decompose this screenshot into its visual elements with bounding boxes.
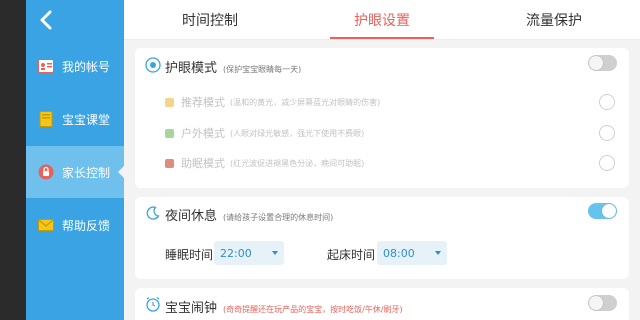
tab-data-protection[interactable]: 流量保护 [468, 0, 640, 39]
sleep-time-label: 睡眠时间 [165, 248, 214, 262]
account-card-icon [38, 58, 54, 74]
mode-row-recommended[interactable]: 推荐模式 (温和的黄光，减少屏幕蓝光对眼睛的伤害) [165, 93, 615, 111]
wake-time-select[interactable]: 08:00 [377, 241, 447, 265]
mode-name: 推荐模式 [181, 96, 225, 109]
mode-color-dot [165, 97, 174, 107]
sidebar-item-feedback[interactable]: 帮助反馈 [26, 199, 124, 251]
night-rest-subtitle: (请给孩子设置合理的休息时间) [223, 213, 334, 222]
sidebar-item-label: 我的帐号 [62, 59, 111, 74]
tab-eye-care[interactable]: 护眼设置 [296, 0, 468, 39]
mode-color-dot [165, 128, 174, 138]
eye-care-toggle[interactable] [588, 55, 617, 71]
lock-icon [38, 164, 54, 180]
mode-radio[interactable] [599, 94, 615, 110]
mode-radio[interactable] [599, 155, 615, 171]
toggle-knob [589, 56, 603, 70]
wake-time-label: 起床时间 [327, 248, 376, 262]
mode-name: 户外模式 [181, 127, 225, 140]
back-button[interactable] [36, 8, 58, 32]
alarm-subtitle: (奇奇提醒还在玩产品的宝宝，按时吃饭/午休/刷牙) [223, 305, 403, 314]
sidebar-item-label: 宝宝课堂 [62, 112, 111, 127]
sidebar-item-label: 帮助反馈 [62, 218, 111, 233]
notebook-icon [38, 111, 54, 127]
active-indicator [118, 165, 125, 179]
night-rest-header: 夜间休息 (请给孩子设置合理的休息时间) [165, 205, 333, 224]
eye-care-title: 护眼模式 [165, 61, 218, 76]
toggle-knob [602, 204, 616, 218]
mode-desc: (红光波促进褪黑色分泌，晚间可助眠) [230, 158, 365, 168]
alarm-card: 宝宝闹钟 (奇奇提醒还在玩产品的宝宝，按时吃饭/午休/刷牙) [135, 288, 629, 320]
mode-color-dot [165, 158, 174, 168]
tab-bar: 时间控制 护眼设置 流量保护 [124, 0, 640, 40]
night-rest-title: 夜间休息 [165, 209, 218, 224]
night-rest-toggle[interactable] [588, 203, 617, 219]
sidebar-item-parental-control[interactable]: 家长控制 [26, 146, 125, 198]
eye-care-header: 护眼模式 (保护宝宝眼睛每一天) [165, 57, 301, 76]
caret-down-icon [435, 251, 441, 255]
sleep-time-value: 22:00 [220, 246, 252, 260]
caret-down-icon [272, 251, 278, 255]
sidebar-edge [0, 0, 26, 320]
eye-care-card: 护眼模式 (保护宝宝眼睛每一天) 推荐模式 (温和的黄光，减少屏幕蓝光对眼睛的伤… [135, 48, 629, 188]
sidebar-item-account[interactable]: 我的帐号 [26, 40, 124, 92]
mode-row-outdoor[interactable]: 户外模式 (人眼对绿光敏感，强光下使用不费眼) [165, 124, 615, 142]
eye-care-subtitle: (保护宝宝眼睛每一天) [223, 65, 302, 74]
mode-radio[interactable] [599, 125, 615, 141]
alarm-header: 宝宝闹钟 (奇奇提醒还在玩产品的宝宝，按时吃饭/午休/刷牙) [165, 297, 403, 316]
sidebar-item-label: 家长控制 [62, 165, 111, 180]
mode-row-sleep-aid[interactable]: 助眠模式 (红光波促进褪黑色分泌，晚间可助眠) [165, 154, 615, 172]
chevron-left-icon [40, 10, 52, 30]
eye-icon [145, 57, 161, 73]
envelope-icon [38, 217, 54, 233]
tab-time-control[interactable]: 时间控制 [124, 0, 296, 39]
sleep-time-select[interactable]: 22:00 [214, 241, 284, 265]
sidebar-item-course[interactable]: 宝宝课堂 [26, 93, 124, 145]
mode-desc: (温和的黄光，减少屏幕蓝光对眼睛的伤害) [230, 97, 381, 107]
mode-name: 助眠模式 [181, 157, 225, 170]
night-rest-card: 夜间休息 (请给孩子设置合理的休息时间) 睡眠时间 22:00 起床时间 08:… [135, 197, 629, 279]
alarm-title: 宝宝闹钟 [165, 301, 218, 316]
sidebar: 我的帐号 宝宝课堂 家长控制 帮助反馈 [0, 0, 125, 320]
wake-time-value: 08:00 [383, 246, 415, 260]
moon-icon [146, 206, 160, 220]
toggle-knob [589, 296, 603, 310]
mode-desc: (人眼对绿光敏感，强光下使用不费眼) [230, 128, 365, 138]
alarm-toggle[interactable] [588, 295, 617, 311]
alarm-clock-icon [146, 296, 160, 312]
